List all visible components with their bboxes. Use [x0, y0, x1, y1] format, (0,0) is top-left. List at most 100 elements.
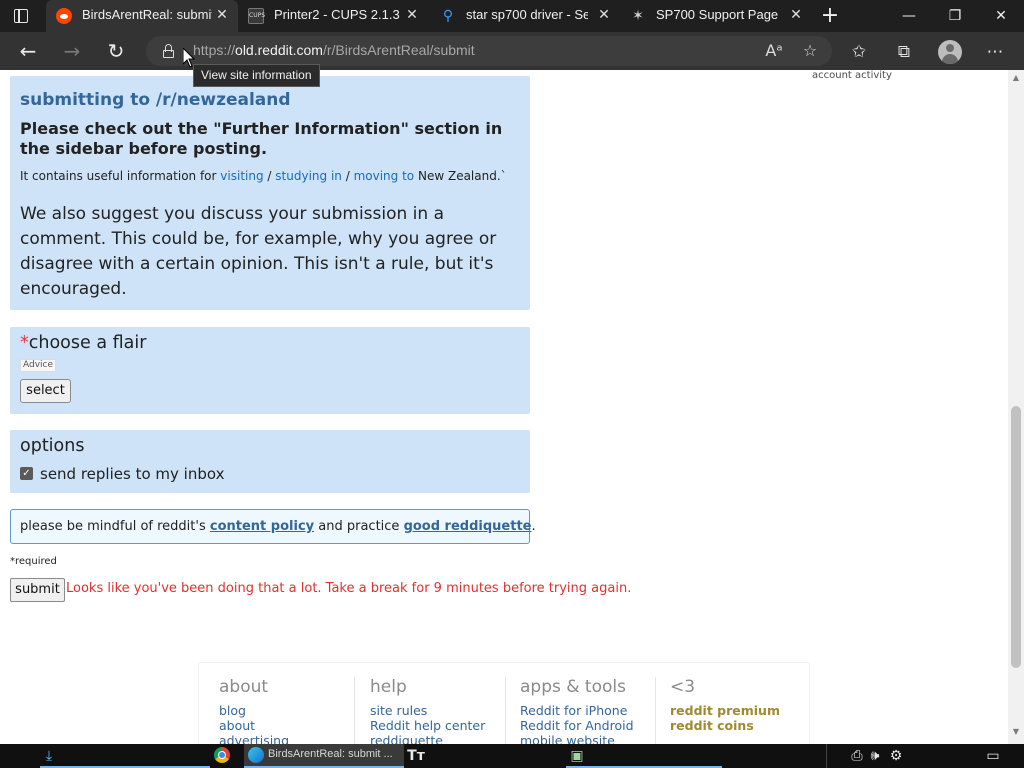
- close-tab-icon[interactable]: ✕: [214, 7, 230, 23]
- page-scrollbar[interactable]: ▲ ▼: [1008, 70, 1024, 744]
- footer-heading: <3: [670, 677, 696, 697]
- tab-search[interactable]: ⚲ star sp700 driver - Sear ✕: [430, 0, 620, 32]
- footer-link[interactable]: advertising: [219, 733, 359, 744]
- scroll-up-arrow-icon[interactable]: ▲: [1008, 72, 1024, 84]
- settings-gear-icon[interactable]: ⚙: [887, 747, 905, 765]
- refresh-button[interactable]: ↻: [103, 39, 129, 63]
- options-section: options ✓ send replies to my inbox: [10, 430, 530, 493]
- collections-icon[interactable]: ⧉: [893, 41, 915, 63]
- tab-cups[interactable]: CUPS Printer2 - CUPS 2.1.3 ✕: [238, 0, 428, 32]
- discussion-suggestion: We also suggest you discuss your submiss…: [20, 204, 497, 299]
- close-tab-icon[interactable]: ✕: [788, 7, 804, 23]
- tab-title: BirdsArentReal: submit: [82, 7, 212, 22]
- footer-heading: about: [219, 677, 269, 697]
- content-policy-link[interactable]: content policy: [210, 519, 314, 534]
- taskbar-downloads[interactable]: ⤓: [40, 744, 210, 768]
- footer-divider: [505, 677, 506, 744]
- toolbar: ← → ↻ https://old.reddit.com/r/BirdsAren…: [0, 32, 1024, 70]
- volume-icon[interactable]: 🕪: [866, 747, 884, 765]
- select-flair-button[interactable]: select: [20, 379, 71, 403]
- flair-section: *choose a flair Advice select: [10, 327, 530, 414]
- network-icon[interactable]: ⎙: [848, 747, 866, 765]
- tab-actions-icon[interactable]: [12, 7, 32, 25]
- tab-strip: BirdsArentReal: submit ✕ CUPS Printer2 -…: [0, 0, 1024, 32]
- flair-tag: Advice: [20, 359, 57, 372]
- url-text[interactable]: https://old.reddit.com/r/BirdsArentReal/…: [193, 42, 475, 58]
- footer-about-column: about blog about advertising: [219, 677, 359, 744]
- footer-link[interactable]: about: [219, 718, 359, 733]
- forward-button[interactable]: →: [59, 39, 85, 63]
- monitor-icon: ▣: [570, 748, 584, 764]
- visiting-link[interactable]: visiting: [220, 169, 263, 183]
- moving-to-link[interactable]: moving to: [354, 169, 415, 183]
- content-policy-notice: please be mindful of reddit's content po…: [10, 509, 536, 544]
- download-icon: ⤓: [45, 748, 53, 764]
- footer-link[interactable]: blog: [219, 703, 359, 718]
- footer-help-column: help site rules Reddit help center reddi…: [370, 677, 510, 744]
- footer-link[interactable]: site rules: [370, 703, 510, 718]
- footer-heading: apps & tools: [520, 677, 626, 697]
- restore-button[interactable]: ❐: [932, 0, 978, 32]
- read-aloud-icon[interactable]: Aᵃ: [764, 41, 784, 61]
- submitting-to-heading: submitting to /r/newzealand: [20, 90, 291, 110]
- add-favorite-icon[interactable]: ☆: [800, 41, 820, 61]
- account-activity-link[interactable]: account activity: [812, 70, 892, 81]
- search-icon: ⚲: [442, 8, 454, 24]
- taskbar-window-label: BirdsArentReal: submit ...: [268, 748, 393, 760]
- address-bar[interactable]: https://old.reddit.com/r/BirdsArentReal/…: [146, 36, 832, 66]
- new-tab-button[interactable]: +: [819, 5, 841, 27]
- back-button[interactable]: ←: [15, 39, 41, 63]
- page-content: account activity submitting to /r/newzea…: [0, 70, 1008, 744]
- scrollbar-thumb[interactable]: [1011, 406, 1021, 668]
- close-window-button[interactable]: ✕: [978, 0, 1024, 32]
- edge-icon: [248, 747, 264, 763]
- footer-link[interactable]: reddit coins: [670, 718, 810, 733]
- footer-divider: [655, 677, 656, 744]
- footer-link[interactable]: Reddit help center: [370, 718, 510, 733]
- footer-link[interactable]: Reddit for Android: [520, 718, 660, 733]
- text-tool-icon: Tᴛ: [407, 748, 425, 764]
- taskbar-text-app[interactable]: Tᴛ: [405, 744, 565, 768]
- taskbar-edge-window[interactable]: BirdsArentReal: submit ...: [244, 744, 404, 768]
- profile-avatar[interactable]: [938, 40, 962, 64]
- more-menu-icon[interactable]: ⋯: [984, 41, 1006, 63]
- footer-link[interactable]: reddit premium: [670, 703, 810, 718]
- mouse-cursor-icon: [183, 48, 195, 68]
- rate-limit-error: Looks like you've been doing that a lot.…: [66, 581, 632, 596]
- site-info-tooltip: View site information: [193, 64, 320, 87]
- taskbar-remote-app[interactable]: ▣: [566, 744, 722, 768]
- studying-in-link[interactable]: studying in: [275, 169, 342, 183]
- minimize-button[interactable]: —: [886, 0, 932, 32]
- lock-icon[interactable]: [162, 44, 176, 58]
- tab-birdsarentreal[interactable]: BirdsArentReal: submit ✕: [46, 0, 238, 32]
- scroll-down-arrow-icon[interactable]: ▼: [1008, 726, 1024, 738]
- footer-link[interactable]: reddiquette: [370, 733, 510, 744]
- chrome-icon[interactable]: [214, 747, 230, 763]
- useful-info-line: It contains useful information for visit…: [20, 169, 507, 183]
- close-tab-icon[interactable]: ✕: [404, 7, 420, 23]
- tab-title: star sp700 driver - Sear: [466, 7, 588, 22]
- close-tab-icon[interactable]: ✕: [596, 7, 612, 23]
- reddiquette-link[interactable]: good reddiquette: [404, 519, 532, 534]
- cups-icon: CUPS: [248, 8, 265, 24]
- favorites-icon[interactable]: ✩: [848, 41, 870, 63]
- flair-heading: *choose a flair: [20, 333, 147, 353]
- submit-button[interactable]: submit: [10, 578, 65, 602]
- sidebar-notice: Please check out the "Further Informatio…: [20, 119, 503, 158]
- tab-title: Printer2 - CUPS 2.1.3: [274, 7, 400, 22]
- footer-divider: [354, 677, 355, 744]
- send-replies-label[interactable]: send replies to my inbox: [40, 465, 224, 483]
- footer-heading: help: [370, 677, 407, 697]
- tab-sp700-support[interactable]: ✶ SP700 Support Page - C ✕: [620, 0, 812, 32]
- options-heading: options: [20, 436, 85, 456]
- footer-link[interactable]: mobile website: [520, 733, 660, 744]
- windows-taskbar: ⤓ BirdsArentReal: submit ... Tᴛ ▣ ⎙ 🕪 ⚙ …: [0, 744, 1024, 768]
- tray-divider: [826, 744, 827, 768]
- footer-love-column: <3 reddit premium reddit coins: [670, 677, 810, 733]
- send-replies-checkbox[interactable]: ✓: [20, 467, 33, 480]
- footer-link[interactable]: Reddit for iPhone: [520, 703, 660, 718]
- tab-title: SP700 Support Page - C: [656, 7, 782, 22]
- site-footer: about blog about advertising help site r…: [198, 662, 810, 744]
- notifications-icon[interactable]: ▭: [984, 747, 1002, 765]
- footer-apps-column: apps & tools Reddit for iPhone Reddit fo…: [520, 677, 660, 744]
